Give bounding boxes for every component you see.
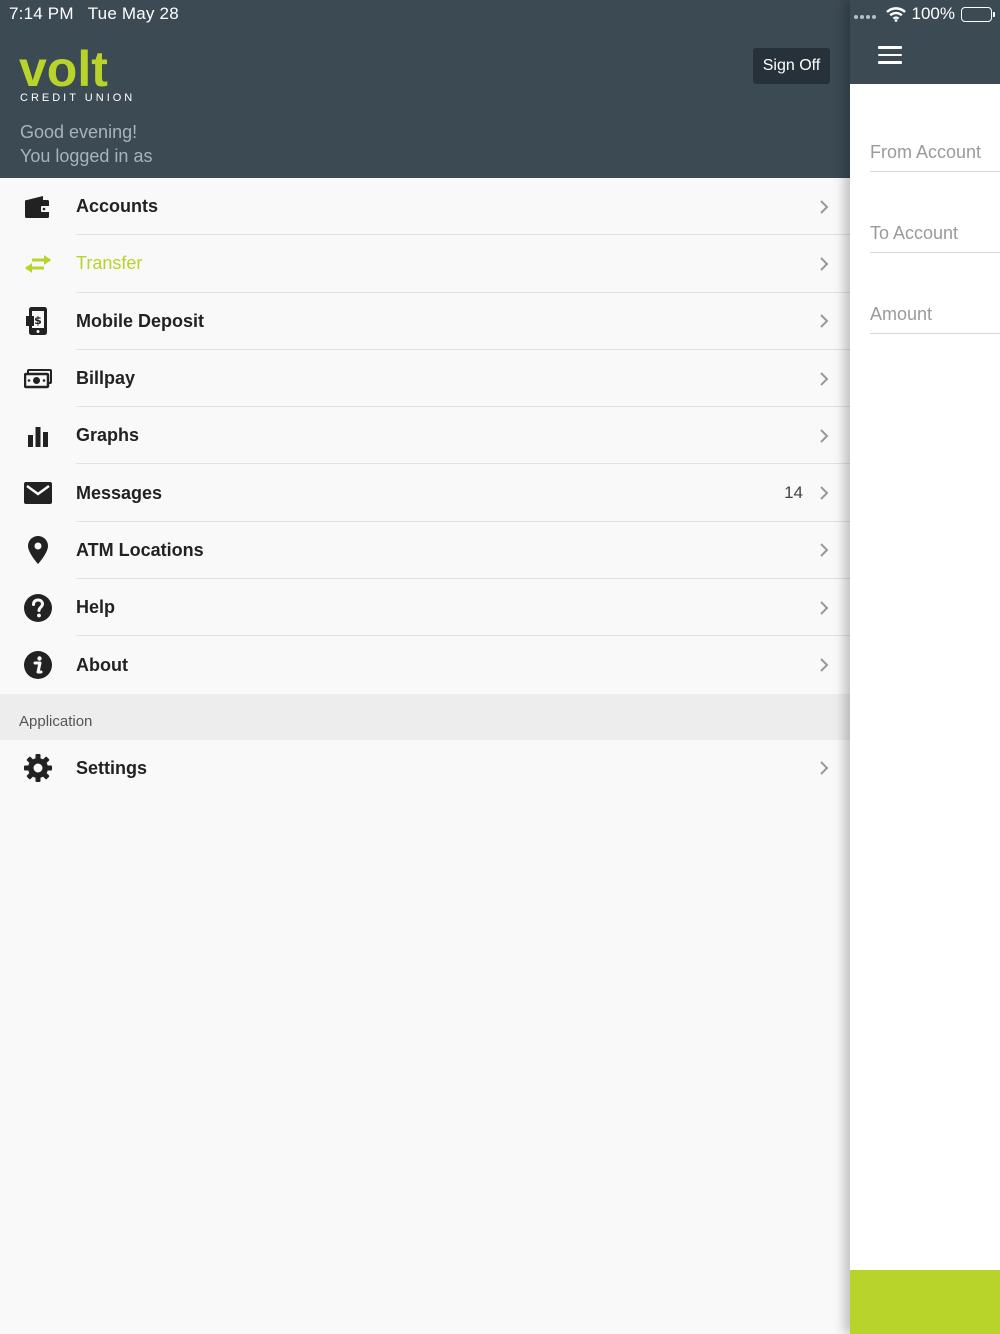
info-circle-icon xyxy=(24,651,52,680)
logo-text: volt xyxy=(19,41,108,97)
volt-logo: volt CREDIT UNION xyxy=(19,44,135,104)
menu-item-graphs[interactable]: Graphs xyxy=(0,407,850,465)
svg-text:$: $ xyxy=(34,314,42,327)
menu-label-mobile-deposit: Mobile Deposit xyxy=(76,310,205,331)
menu-item-help[interactable]: Help xyxy=(0,579,850,637)
cellular-signal-icon xyxy=(853,15,876,19)
amount-input[interactable] xyxy=(870,294,1000,325)
menu-item-about[interactable]: About xyxy=(0,636,850,693)
menu-item-accounts[interactable]: Accounts xyxy=(0,178,850,236)
menu-item-billpay[interactable]: Billpay xyxy=(0,350,850,408)
menu-item-transfer[interactable]: Transfer xyxy=(0,235,850,293)
menu-label-atm-locations: ATM Locations xyxy=(76,539,204,560)
to-account-input[interactable] xyxy=(870,213,1000,244)
section-header-application: Application xyxy=(0,693,850,740)
chevron-right-icon xyxy=(820,257,829,271)
money-bill-icon xyxy=(24,365,52,393)
chevron-right-icon xyxy=(820,658,829,672)
menu-label-accounts: Accounts xyxy=(76,196,159,217)
status-time-date: 7:14 PM Tue May 28 xyxy=(9,4,179,24)
question-circle-icon xyxy=(24,593,52,622)
chevron-right-icon xyxy=(820,429,829,443)
greeting-line-2: You logged in as xyxy=(20,146,153,166)
greeting-line-1: Good evening! xyxy=(20,122,138,142)
status-time: 7:14 PM xyxy=(9,4,74,23)
amount-field[interactable] xyxy=(870,294,1000,334)
chevron-right-icon xyxy=(820,543,829,558)
menu-item-mobile-deposit[interactable]: $ Mobile Deposit xyxy=(0,293,850,350)
chevron-right-icon xyxy=(820,601,829,615)
chevron-right-icon xyxy=(820,314,829,328)
status-bar: 7:14 PM Tue May 28 100% xyxy=(0,0,1000,28)
status-indicators: 100% xyxy=(853,4,995,24)
wallet-icon xyxy=(24,193,52,221)
status-date: Tue May 28 xyxy=(87,4,179,23)
menu-label-about: About xyxy=(76,654,128,675)
logo-subtext: CREDIT UNION xyxy=(20,92,136,104)
from-account-input[interactable] xyxy=(870,132,1000,163)
menu-label-graphs: Graphs xyxy=(76,425,140,446)
to-account-field[interactable] xyxy=(870,213,1000,253)
menu-label-messages: Messages xyxy=(76,482,163,503)
menu-label-transfer: Transfer xyxy=(76,253,143,274)
greeting: Good evening! You logged in as xyxy=(20,120,152,168)
menu-item-messages[interactable]: Messages 14 xyxy=(0,464,850,522)
chevron-right-icon xyxy=(820,199,829,214)
wifi-icon xyxy=(885,6,906,22)
submit-transfer-button[interactable] xyxy=(850,1270,1000,1334)
mobile-deposit-icon: $ xyxy=(24,307,52,336)
menu-label-help: Help xyxy=(76,597,116,618)
chevron-right-icon xyxy=(820,486,829,500)
gear-icon xyxy=(24,754,52,783)
transfer-arrows-icon xyxy=(24,250,52,278)
messages-count-badge: 14 xyxy=(784,483,803,503)
menu-item-settings[interactable]: Settings xyxy=(0,740,850,797)
hamburger-menu-icon[interactable] xyxy=(878,46,902,64)
battery-percent: 100% xyxy=(911,4,955,23)
sign-off-button[interactable]: Sign Off xyxy=(753,48,830,84)
battery-icon xyxy=(961,6,995,22)
drawer-menu: Accounts Transfer $ Mobile Deposit Billp… xyxy=(0,178,850,797)
bar-chart-icon xyxy=(24,422,52,450)
navigation-drawer: volt CREDIT UNION Sign Off Good evening!… xyxy=(0,0,850,1334)
menu-item-atm-locations[interactable]: ATM Locations xyxy=(0,522,850,580)
menu-label-settings: Settings xyxy=(76,757,148,778)
chevron-right-icon xyxy=(820,371,829,386)
menu-label-billpay: Billpay xyxy=(76,368,136,389)
map-pin-icon xyxy=(24,536,52,565)
from-account-field[interactable] xyxy=(870,132,1000,172)
transfer-panel xyxy=(850,0,1000,1334)
envelope-icon xyxy=(24,479,52,507)
chevron-right-icon xyxy=(820,761,829,776)
section-label: Application xyxy=(19,712,93,730)
